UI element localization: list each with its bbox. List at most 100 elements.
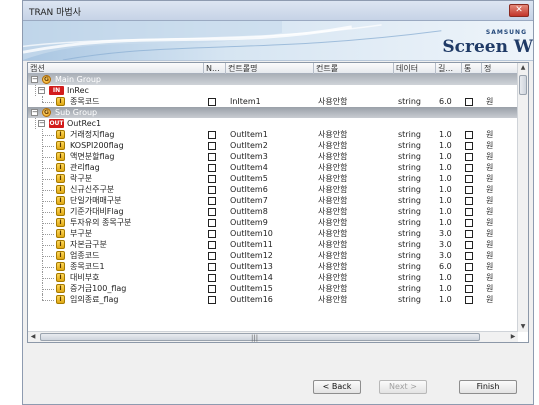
item-checkbox[interactable] xyxy=(208,142,216,150)
header-caption[interactable]: 캡션 xyxy=(28,63,204,74)
header-length[interactable]: 길... xyxy=(436,63,462,74)
scroll-right-icon[interactable]: ▶ xyxy=(508,332,518,342)
collapse-icon[interactable]: − xyxy=(38,87,45,94)
item-checkbox-2[interactable] xyxy=(465,142,473,150)
item-checkbox[interactable] xyxy=(208,98,216,106)
record-row-inrec[interactable]: − IN InRec xyxy=(28,85,518,96)
item-row[interactable]: I 액면분할flag OutItem3 사용안함 string 1.0 원 xyxy=(28,151,518,162)
item-checkbox-2[interactable] xyxy=(465,197,473,205)
item-data-type: string xyxy=(398,218,421,227)
back-button[interactable]: < Back xyxy=(313,380,361,394)
item-checkbox-2[interactable] xyxy=(465,252,473,260)
item-extra: 원 xyxy=(486,207,494,216)
horizontal-scrollbar[interactable]: ◀ ||| ▶ xyxy=(28,331,518,342)
item-checkbox[interactable] xyxy=(208,241,216,249)
header-tong[interactable]: 통 xyxy=(462,63,482,74)
collapse-icon[interactable]: − xyxy=(31,109,38,116)
item-checkbox-2[interactable] xyxy=(465,175,473,183)
item-row[interactable]: I 단일가매매구분 OutItem7 사용안함 string 1.0 원 xyxy=(28,195,518,206)
item-checkbox[interactable] xyxy=(208,197,216,205)
item-checkbox-2[interactable] xyxy=(465,208,473,216)
item-row[interactable]: I 락구분 OutItem5 사용안함 string 1.0 원 xyxy=(28,173,518,184)
item-checkbox[interactable] xyxy=(208,263,216,271)
item-row[interactable]: I 임의종료_flag OutItem16 사용안함 string 1.0 원 xyxy=(28,294,518,305)
item-checkbox[interactable] xyxy=(208,153,216,161)
item-row[interactable]: I 관리flag OutItem4 사용안함 string 1.0 원 xyxy=(28,162,518,173)
item-extra: 원 xyxy=(486,229,494,238)
group-row-main[interactable]: − G Main Group xyxy=(28,74,518,85)
item-control: 사용안함 xyxy=(318,218,348,227)
next-button[interactable]: Next > xyxy=(379,380,427,394)
scroll-up-icon[interactable]: ▲ xyxy=(518,63,528,73)
hscroll-thumb[interactable]: ||| xyxy=(40,333,480,342)
item-checkbox-2[interactable] xyxy=(465,186,473,194)
record-row-outrec1[interactable]: − OUT OutRec1 xyxy=(28,118,518,129)
item-checkbox-2[interactable] xyxy=(465,153,473,161)
collapse-icon[interactable]: − xyxy=(38,120,45,127)
item-control: 사용안함 xyxy=(318,185,348,194)
item-checkbox-2[interactable] xyxy=(465,285,473,293)
header-control-name[interactable]: 컨트롤명 xyxy=(226,63,314,74)
item-checkbox[interactable] xyxy=(208,208,216,216)
item-length: 1.0 xyxy=(439,273,452,282)
item-row[interactable]: I 기준가대비Flag OutItem8 사용안함 string 1.0 원 xyxy=(28,206,518,217)
item-row[interactable]: I 증거금100_flag OutItem15 사용안함 string 1.0 원 xyxy=(28,283,518,294)
item-checkbox[interactable] xyxy=(208,131,216,139)
vertical-scrollbar[interactable]: ▲ ▼ xyxy=(517,63,528,332)
item-length: 1.0 xyxy=(439,218,452,227)
brand-logo: SAMSUNG xyxy=(485,29,527,36)
item-checkbox[interactable] xyxy=(208,175,216,183)
header-jeong[interactable]: 정 xyxy=(482,63,518,74)
item-control: 사용안함 xyxy=(318,141,348,150)
header-n[interactable]: N... xyxy=(204,63,226,74)
item-row[interactable]: I 신규신주구분 OutItem6 사용안함 string 1.0 원 xyxy=(28,184,518,195)
item-row[interactable]: I 거래정지flag OutItem1 사용안함 string 1.0 원 xyxy=(28,129,518,140)
tran-grid[interactable]: 캡션 N... 컨트롤명 컨트롤 데이터 길... 통 정 − G Main G… xyxy=(27,62,529,343)
item-row[interactable]: I 종목코드1 OutItem13 사용안함 string 6.0 원 xyxy=(28,261,518,272)
grip-icon: ||| xyxy=(251,334,259,342)
item-checkbox-2[interactable] xyxy=(465,164,473,172)
item-checkbox-2[interactable] xyxy=(465,241,473,249)
scroll-left-icon[interactable]: ◀ xyxy=(28,332,38,342)
item-checkbox-2[interactable] xyxy=(465,98,473,106)
header-data[interactable]: 데이터 xyxy=(394,63,436,74)
item-extra: 원 xyxy=(486,218,494,227)
item-checkbox-2[interactable] xyxy=(465,274,473,282)
item-checkbox-2[interactable] xyxy=(465,131,473,139)
item-checkbox-2[interactable] xyxy=(465,219,473,227)
item-control-name: OutItem2 xyxy=(230,141,268,150)
item-data-type: string xyxy=(398,163,421,172)
group-row-sub[interactable]: − G Sub Group xyxy=(28,107,518,118)
item-extra: 원 xyxy=(486,196,494,205)
item-checkbox-2[interactable] xyxy=(465,296,473,304)
item-checkbox[interactable] xyxy=(208,219,216,227)
item-row[interactable]: I KOSPI200flag OutItem2 사용안함 string 1.0 원 xyxy=(28,140,518,151)
item-checkbox[interactable] xyxy=(208,230,216,238)
item-row[interactable]: I 업종코드 OutItem12 사용안함 string 3.0 원 xyxy=(28,250,518,261)
item-checkbox[interactable] xyxy=(208,296,216,304)
item-row[interactable]: I 투자유의 종목구분 OutItem9 사용안함 string 1.0 원 xyxy=(28,217,518,228)
item-caption: 증거금100_flag xyxy=(70,284,127,293)
scroll-thumb[interactable] xyxy=(519,75,527,95)
banner-title: Screen W xyxy=(442,37,533,57)
finish-button[interactable]: Finish xyxy=(459,380,517,394)
item-caption: KOSPI200flag xyxy=(70,141,124,150)
item-checkbox[interactable] xyxy=(208,285,216,293)
item-checkbox[interactable] xyxy=(208,164,216,172)
item-checkbox[interactable] xyxy=(208,274,216,282)
close-button[interactable]: ✕ xyxy=(509,4,529,17)
item-caption: 업종코드 xyxy=(70,251,100,260)
collapse-icon[interactable]: − xyxy=(31,76,38,83)
item-row[interactable]: I 대비부호 OutItem14 사용안함 string 1.0 원 xyxy=(28,272,518,283)
item-row[interactable]: I 자본금구분 OutItem11 사용안함 string 3.0 원 xyxy=(28,239,518,250)
item-icon: I xyxy=(56,141,65,150)
item-checkbox[interactable] xyxy=(208,252,216,260)
scroll-down-icon[interactable]: ▼ xyxy=(518,322,528,332)
record-label: InRec xyxy=(67,86,89,95)
item-checkbox-2[interactable] xyxy=(465,230,473,238)
item-checkbox[interactable] xyxy=(208,186,216,194)
item-checkbox-2[interactable] xyxy=(465,263,473,271)
item-row[interactable]: I 부구분 OutItem10 사용안함 string 3.0 원 xyxy=(28,228,518,239)
item-row[interactable]: I 종목코드 InItem1 사용안함 string 6.0 원 xyxy=(28,96,518,107)
header-control[interactable]: 컨트롤 xyxy=(314,63,394,74)
